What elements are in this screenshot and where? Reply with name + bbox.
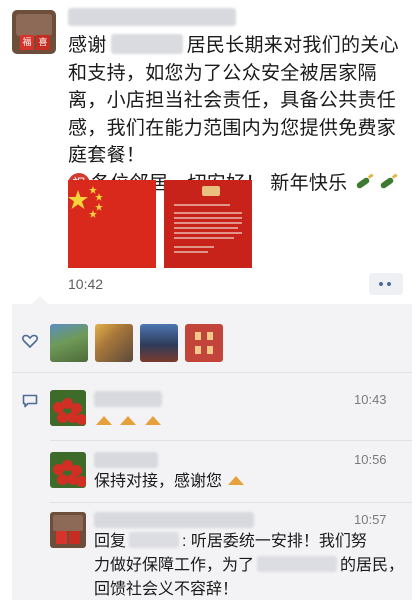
post-text-line5: 庭套餐！ bbox=[68, 145, 146, 166]
post-time: 10:42 bbox=[68, 276, 104, 292]
panel-pointer bbox=[32, 296, 48, 304]
avatar-background bbox=[16, 14, 52, 36]
flag-stars-icon bbox=[68, 186, 103, 218]
interaction-panel: 10:43 10:56 保持对接，感谢您 10:57 回复 : 听居委统一安排！我… bbox=[12, 296, 412, 602]
like-avatar-calligraphy[interactable] bbox=[185, 324, 223, 362]
notice-logo-icon bbox=[202, 186, 220, 196]
blurred-community-name bbox=[110, 34, 183, 54]
comment-time: 10:56 bbox=[354, 452, 387, 467]
comment-divider bbox=[50, 440, 412, 441]
like-avatar-landscape[interactable] bbox=[50, 324, 88, 362]
praying-hands-icon bbox=[96, 416, 112, 425]
like-avatar-autumn[interactable] bbox=[95, 324, 133, 362]
post-text-line1-b: 居民长期来对我们的关心 bbox=[186, 35, 399, 56]
commenter-name-blurred[interactable] bbox=[94, 512, 254, 528]
calligraphy-icon bbox=[195, 332, 213, 354]
china-flag-image[interactable] bbox=[68, 180, 156, 268]
commenter-avatar[interactable] bbox=[50, 390, 86, 426]
post-text-line4: 感，我们在能力范围内为您提供免费家 bbox=[68, 117, 397, 139]
commenter-name-blurred[interactable] bbox=[94, 391, 162, 407]
comment-text bbox=[94, 410, 163, 434]
reply-prefix: 回复 bbox=[94, 533, 127, 550]
comment-text: 回复 : 听居委统一安排！我们努 力做好保障工作，为了 的居民， 回馈社会义不容辞！ bbox=[94, 530, 404, 602]
avatar-banner-left: 福 bbox=[20, 35, 34, 50]
reply-line3: 回馈社会义不容辞！ bbox=[94, 581, 239, 598]
likes-divider bbox=[12, 372, 412, 373]
commenter-avatar[interactable] bbox=[50, 452, 86, 488]
post-text-line2: 和支持，如您为了公众安全被居家隔 bbox=[68, 62, 377, 84]
champagne-icon bbox=[380, 172, 398, 188]
reply-line2-b: 的居民， bbox=[340, 557, 405, 574]
heart-icon bbox=[22, 334, 38, 348]
post-text-line1-a: 感谢 bbox=[68, 35, 107, 56]
avatar-banner-right: 喜 bbox=[36, 35, 50, 50]
red-notice-image[interactable] bbox=[164, 180, 252, 268]
praying-hands-icon bbox=[228, 476, 245, 485]
poster-avatar[interactable]: 福 喜 bbox=[12, 10, 56, 54]
champagne-icon bbox=[356, 172, 374, 188]
comment-divider bbox=[50, 502, 412, 503]
reply-line1: : 听居委统一安排！我们努 bbox=[182, 533, 367, 550]
comment-time: 10:57 bbox=[354, 512, 387, 527]
commenter-avatar[interactable] bbox=[50, 512, 86, 548]
praying-hands-icon bbox=[120, 416, 137, 425]
more-actions-button[interactable] bbox=[369, 273, 403, 295]
comment-time: 10:43 bbox=[354, 392, 387, 407]
post-text: 感谢 居民长期来对我们的关心 和支持，如您为了公众安全被居家隔 离，小店担当社会责… bbox=[68, 32, 413, 197]
commenter-name-blurred[interactable] bbox=[94, 452, 158, 468]
blurred-community-name bbox=[257, 556, 338, 572]
poster-name-blurred[interactable] bbox=[68, 8, 236, 26]
comment-text-content: 保持对接，感谢您 bbox=[94, 473, 223, 490]
comment-text: 保持对接，感谢您 bbox=[94, 470, 246, 494]
reply-target-blurred[interactable] bbox=[129, 532, 180, 548]
comment-icon bbox=[22, 394, 38, 408]
like-avatar-couple[interactable] bbox=[140, 324, 178, 362]
praying-hands-icon bbox=[144, 416, 161, 425]
reply-line2-a: 力做好保障工作，为了 bbox=[94, 557, 255, 574]
post-text-line3: 离，小店担当社会责任，具备公共责任 bbox=[68, 90, 397, 111]
